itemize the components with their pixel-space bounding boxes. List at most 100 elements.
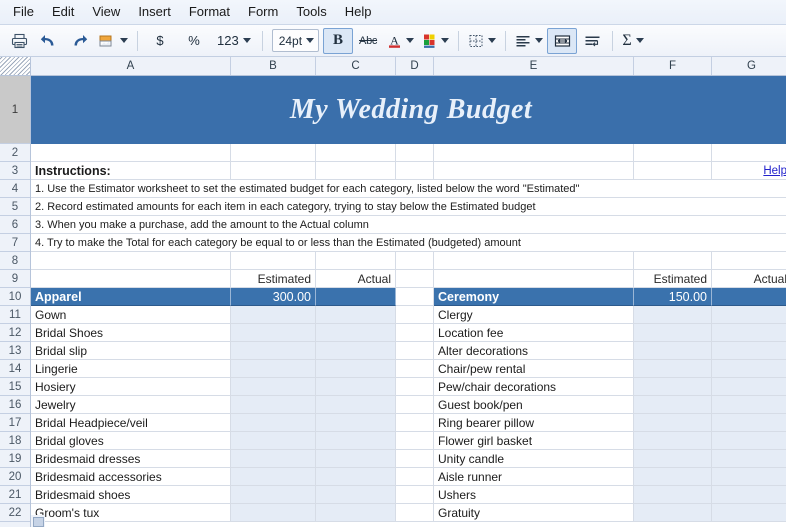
- cell-B22[interactable]: [231, 504, 316, 522]
- row-header-15[interactable]: 15: [0, 378, 30, 396]
- row-header-2[interactable]: 2: [0, 144, 30, 162]
- cell-F19[interactable]: [634, 450, 712, 468]
- row-header-19[interactable]: 19: [0, 450, 30, 468]
- cell-F14[interactable]: [634, 360, 712, 378]
- cell-C13[interactable]: [316, 342, 396, 360]
- sum-caret-icon[interactable]: [635, 38, 644, 43]
- cell-D10[interactable]: [396, 288, 434, 306]
- column-header-E[interactable]: E: [434, 57, 634, 75]
- print-button[interactable]: [4, 28, 34, 54]
- item-name-11-right[interactable]: Clergy: [434, 306, 634, 324]
- align-button[interactable]: [511, 28, 547, 54]
- cell-D3[interactable]: [396, 162, 434, 180]
- cell-F11[interactable]: [634, 306, 712, 324]
- cell-F16[interactable]: [634, 396, 712, 414]
- item-name-18-right[interactable]: Flower girl basket: [434, 432, 634, 450]
- item-name-21-right[interactable]: Ushers: [434, 486, 634, 504]
- item-name-22-right[interactable]: Gratuity: [434, 504, 634, 522]
- help-link[interactable]: Help: [712, 162, 786, 180]
- cell-D8[interactable]: [396, 252, 434, 270]
- cell-G8[interactable]: [712, 252, 786, 270]
- cell-B2[interactable]: [231, 144, 316, 162]
- cell-C10[interactable]: [316, 288, 396, 306]
- instruction-line-6[interactable]: 3. When you make a purchase, add the amo…: [31, 216, 786, 234]
- cell-C20[interactable]: [316, 468, 396, 486]
- item-name-16-left[interactable]: Jewelry: [31, 396, 231, 414]
- cell-B21[interactable]: [231, 486, 316, 504]
- cell-B8[interactable]: [231, 252, 316, 270]
- cell-G20[interactable]: [712, 468, 786, 486]
- item-name-22-left[interactable]: Groom's tux: [31, 504, 231, 522]
- borders-button[interactable]: [464, 28, 500, 54]
- cell-F2[interactable]: [634, 144, 712, 162]
- cell-G12[interactable]: [712, 324, 786, 342]
- item-name-12-left[interactable]: Bridal Shoes: [31, 324, 231, 342]
- column-header-C[interactable]: C: [316, 57, 396, 75]
- row-header-18[interactable]: 18: [0, 432, 30, 450]
- cell-F8[interactable]: [634, 252, 712, 270]
- column-label-C9[interactable]: Actual: [316, 270, 396, 288]
- cell-C17[interactable]: [316, 414, 396, 432]
- cell-F17[interactable]: [634, 414, 712, 432]
- paint-format-button[interactable]: [94, 28, 132, 54]
- cell-F20[interactable]: [634, 468, 712, 486]
- row-header-6[interactable]: 6: [0, 216, 30, 234]
- cell-C19[interactable]: [316, 450, 396, 468]
- horizontal-scrollbar[interactable]: [31, 515, 45, 527]
- item-name-17-right[interactable]: Ring bearer pillow: [434, 414, 634, 432]
- page-title[interactable]: My Wedding Budget: [31, 76, 786, 144]
- cell-C11[interactable]: [316, 306, 396, 324]
- row-header-1[interactable]: 1: [0, 76, 30, 144]
- cell-E8[interactable]: [434, 252, 634, 270]
- font-size-selector[interactable]: 24pt: [268, 28, 323, 54]
- item-name-17-left[interactable]: Bridal Headpiece/veil: [31, 414, 231, 432]
- merge-cells-button[interactable]: [547, 27, 578, 54]
- cell-G11[interactable]: [712, 306, 786, 324]
- instruction-line-7[interactable]: 4. Try to make the Total for each catego…: [31, 234, 786, 252]
- row-header-4[interactable]: 4: [0, 180, 30, 198]
- text-color-button[interactable]: A: [383, 28, 418, 54]
- cell-C15[interactable]: [316, 378, 396, 396]
- text-color-caret-icon[interactable]: [406, 38, 415, 43]
- cell-B3[interactable]: [231, 162, 316, 180]
- menu-item-view[interactable]: View: [83, 2, 129, 22]
- row-header-14[interactable]: 14: [0, 360, 30, 378]
- bold-button[interactable]: B: [323, 27, 354, 54]
- row-header-8[interactable]: 8: [0, 252, 30, 270]
- cell-A8[interactable]: [31, 252, 231, 270]
- item-name-15-right[interactable]: Pew/chair decorations: [434, 378, 634, 396]
- cell-G18[interactable]: [712, 432, 786, 450]
- item-name-18-left[interactable]: Bridal gloves: [31, 432, 231, 450]
- cell-F15[interactable]: [634, 378, 712, 396]
- cell-G17[interactable]: [712, 414, 786, 432]
- menu-item-tools[interactable]: Tools: [287, 2, 335, 22]
- cell-D21[interactable]: [396, 486, 434, 504]
- instructions-heading[interactable]: Instructions:: [31, 162, 231, 180]
- row-header-11[interactable]: 11: [0, 306, 30, 324]
- cell-D15[interactable]: [396, 378, 434, 396]
- row-header-17[interactable]: 17: [0, 414, 30, 432]
- cell-E3[interactable]: [434, 162, 634, 180]
- cell-D16[interactable]: [396, 396, 434, 414]
- row-header-9[interactable]: 9: [0, 270, 30, 288]
- cell-F3[interactable]: [634, 162, 712, 180]
- cell-F21[interactable]: [634, 486, 712, 504]
- category-estimated-ceremony[interactable]: 150.00: [634, 288, 712, 306]
- category-estimated-apparel[interactable]: 300.00: [231, 288, 316, 306]
- row-header-20[interactable]: 20: [0, 468, 30, 486]
- cell-B18[interactable]: [231, 432, 316, 450]
- item-name-19-left[interactable]: Bridesmaid dresses: [31, 450, 231, 468]
- cell-B15[interactable]: [231, 378, 316, 396]
- cell-D11[interactable]: [396, 306, 434, 324]
- item-name-16-right[interactable]: Guest book/pen: [434, 396, 634, 414]
- column-header-G[interactable]: G: [712, 57, 786, 75]
- item-name-14-left[interactable]: Lingerie: [31, 360, 231, 378]
- cell-F13[interactable]: [634, 342, 712, 360]
- menu-item-format[interactable]: Format: [180, 2, 239, 22]
- column-label-F9[interactable]: Estimated: [634, 270, 712, 288]
- item-name-14-right[interactable]: Chair/pew rental: [434, 360, 634, 378]
- cell-G22[interactable]: [712, 504, 786, 522]
- cell-D12[interactable]: [396, 324, 434, 342]
- row-header-7[interactable]: 7: [0, 234, 30, 252]
- row-header-5[interactable]: 5: [0, 198, 30, 216]
